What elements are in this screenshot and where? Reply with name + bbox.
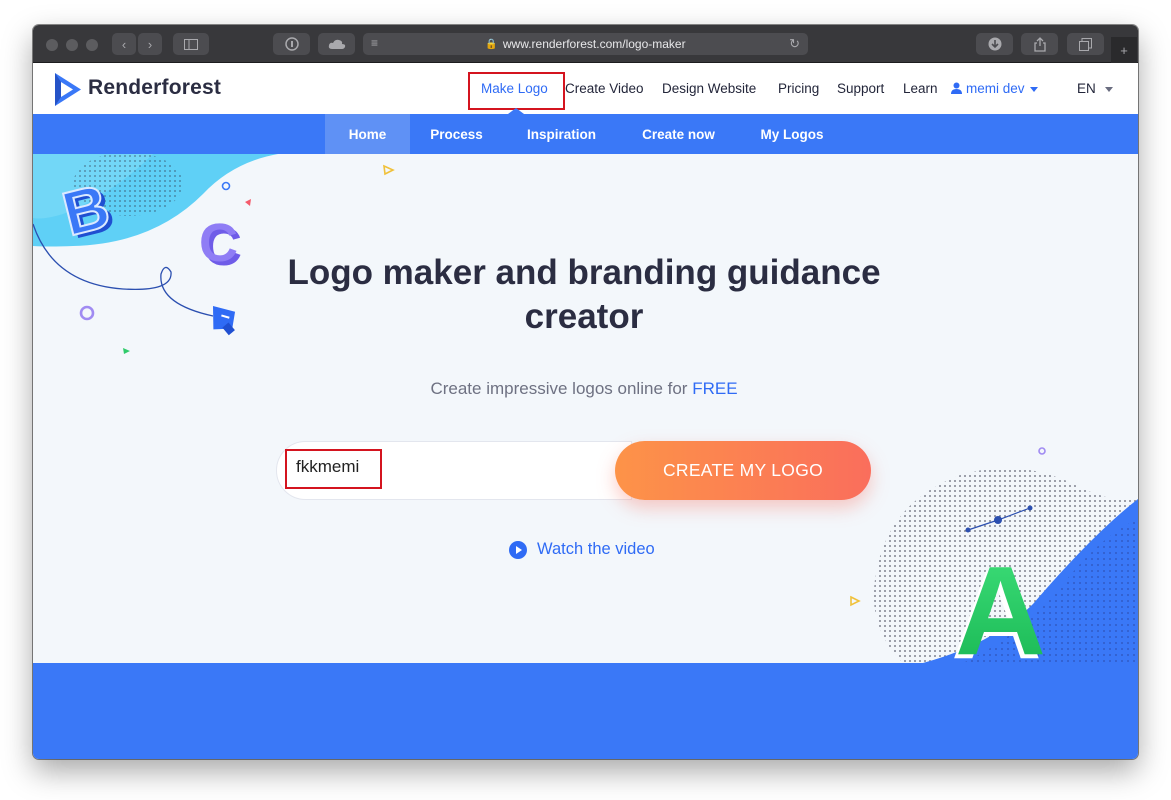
free-highlight: FREE [692, 379, 738, 398]
language-label: EN [1077, 81, 1096, 96]
icloud-button[interactable] [318, 33, 355, 55]
svg-text:A: A [955, 540, 1046, 663]
play-icon [509, 540, 527, 559]
browser-window: ‹ › ≡ 🔒 www.renderforest.com/logo-maker … [33, 25, 1138, 759]
reload-icon[interactable]: ↻ [789, 36, 800, 52]
tabs-overview-button[interactable] [1067, 33, 1104, 55]
watch-video-link[interactable]: Watch the video [509, 540, 655, 559]
nav-create-video[interactable]: Create Video [565, 81, 644, 96]
hero-subtitle-text: Create impressive logos online for [430, 379, 688, 398]
sidebar-icon [184, 38, 198, 50]
downloads-button[interactable] [976, 33, 1013, 55]
share-icon [1033, 36, 1046, 52]
chevron-down-icon [1029, 86, 1038, 92]
renderforest-logo-icon[interactable] [53, 71, 83, 108]
nav-learn[interactable]: Learn [903, 81, 938, 96]
subnav-process[interactable]: Process [410, 114, 503, 154]
chevron-down-icon [1104, 86, 1113, 92]
user-menu[interactable]: memi dev [951, 81, 1038, 96]
bottom-blue-band [33, 663, 1138, 759]
hero-section: B B C C A A Logo maker and branding guid… [33, 154, 1138, 663]
tabs-icon [1079, 37, 1092, 51]
key-icon [284, 37, 299, 51]
language-selector[interactable]: EN [1077, 81, 1113, 96]
sidebar-button[interactable] [173, 33, 209, 55]
cloud-icon [328, 39, 345, 49]
new-tab-button[interactable]: + [1111, 37, 1137, 63]
subnav-create-now[interactable]: Create now [620, 114, 737, 154]
minimize-window-button[interactable] [66, 39, 78, 51]
lock-icon: 🔒 [485, 38, 498, 50]
input-highlight [285, 449, 382, 489]
user-name: memi dev [966, 81, 1025, 96]
subnav-my-logos[interactable]: My Logos [737, 114, 847, 154]
brand-name[interactable]: Renderforest [88, 76, 221, 100]
subnav-inspiration[interactable]: Inspiration [503, 114, 620, 154]
share-button[interactable] [1021, 33, 1058, 55]
forward-button[interactable]: › [138, 33, 162, 55]
watch-video-label: Watch the video [537, 540, 655, 558]
url-text: www.renderforest.com/logo-maker [502, 37, 686, 51]
nav-pricing[interactable]: Pricing [778, 81, 819, 96]
browser-toolbar: ‹ › ≡ 🔒 www.renderforest.com/logo-maker … [33, 25, 1138, 63]
user-icon [951, 82, 962, 94]
password-button[interactable] [273, 33, 310, 55]
chevron-right-icon: › [147, 36, 153, 52]
address-bar[interactable]: ≡ 🔒 www.renderforest.com/logo-maker ↻ [363, 33, 808, 55]
letter-a-decoration: A A [951, 540, 1046, 663]
hero-title: Logo maker and branding guidance creator [33, 251, 1135, 339]
zoom-window-button[interactable] [86, 39, 98, 51]
chevron-left-icon: ‹ [121, 36, 127, 52]
back-button[interactable]: ‹ [112, 33, 136, 55]
hero-title-line-1: Logo maker and branding guidance [287, 253, 881, 292]
close-window-button[interactable] [46, 39, 58, 51]
make-logo-highlight [468, 72, 565, 110]
site-header: Renderforest Make Logo Create Video Desi… [33, 63, 1138, 114]
hero-decoration: B B C C A A [33, 154, 1138, 663]
hero-title-line-2: creator [524, 297, 644, 336]
plus-icon: + [1120, 42, 1128, 58]
hero-subtitle: Create impressive logos online for FREE [33, 379, 1135, 399]
sub-navigation: Home Process Inspiration Create now My L… [33, 114, 1138, 154]
nav-design-website[interactable]: Design Website [662, 81, 756, 96]
nav-support[interactable]: Support [837, 81, 884, 96]
reader-icon[interactable]: ≡ [371, 36, 378, 50]
download-icon [988, 37, 1001, 51]
subnav-home[interactable]: Home [325, 114, 410, 154]
create-my-logo-button[interactable]: CREATE MY LOGO [615, 441, 871, 500]
